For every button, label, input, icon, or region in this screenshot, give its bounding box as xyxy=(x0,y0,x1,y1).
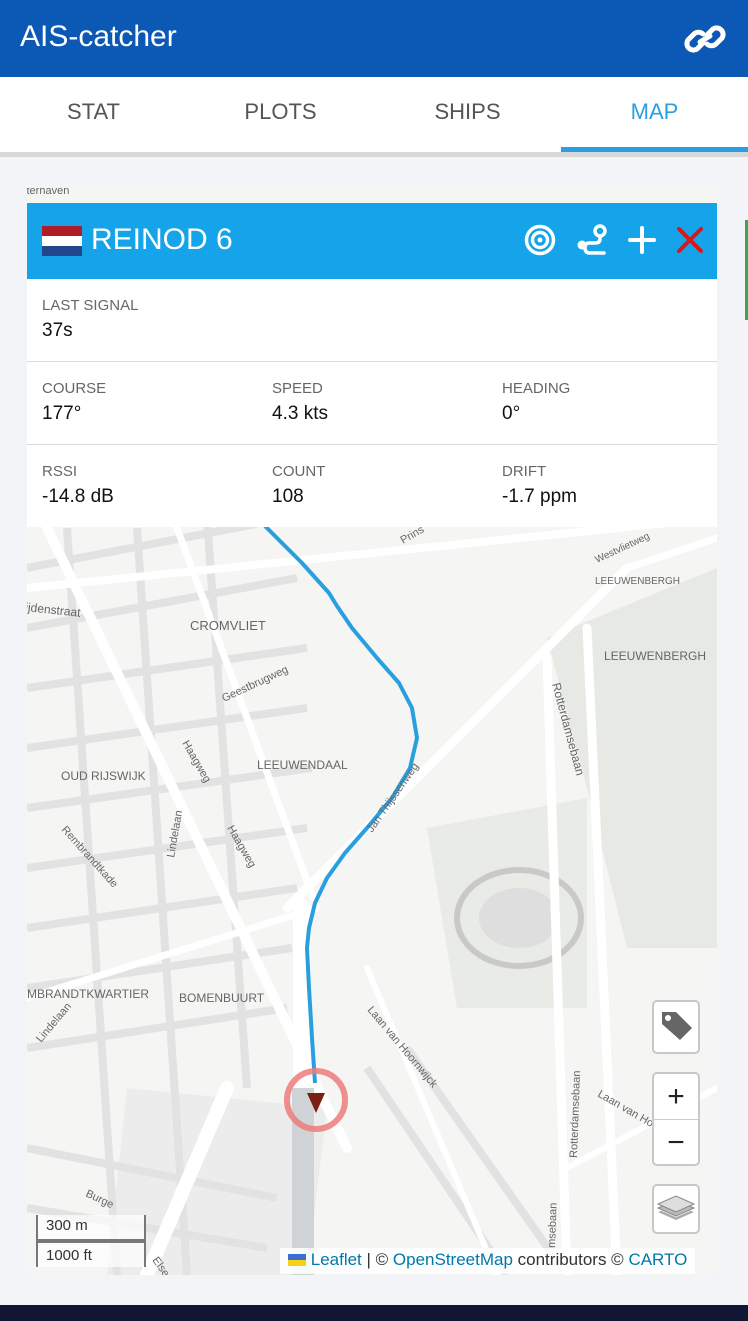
course-value: 177° xyxy=(42,403,82,424)
rssi-label: RSSI xyxy=(42,463,78,480)
scale-metric: 300 m xyxy=(36,1215,146,1241)
map-label-leeuwendaal: LEEUWENDAAL xyxy=(257,758,348,772)
ukraine-flag-icon xyxy=(288,1254,306,1266)
map-label-oud-rijswijk: OUD RIJSWIJK xyxy=(61,769,146,783)
zoom-control: + − xyxy=(652,1072,700,1166)
popup-row-signal: LAST SIGNAL 37s xyxy=(27,279,717,362)
netherlands-flag-icon xyxy=(42,226,82,256)
zoom-out-button[interactable]: − xyxy=(654,1120,698,1165)
map-label-bomenbuurt: BOMENBUURT xyxy=(179,991,265,1005)
drift-label: DRIFT xyxy=(502,463,547,480)
map-label-rotterdamsebaan-3: msebaan xyxy=(546,1202,560,1248)
ship-popup: REINOD 6 LAST SIGNAL 37s COURSE 177° SPE… xyxy=(27,203,717,527)
target-icon[interactable] xyxy=(523,223,557,257)
last-signal-label: LAST SIGNAL xyxy=(42,297,139,314)
rssi-value: -14.8 dB xyxy=(42,486,114,507)
heading-cell: HEADING 0° xyxy=(502,380,570,425)
last-signal-cell: LAST SIGNAL 37s xyxy=(42,297,138,342)
drift-value: -1.7 ppm xyxy=(502,486,577,507)
heading-label: HEADING xyxy=(502,380,571,397)
scale-imperial: 1000 ft xyxy=(36,1241,146,1267)
tab-ships[interactable]: SHIPS xyxy=(374,77,561,152)
drift-cell: DRIFT -1.7 ppm xyxy=(502,463,577,508)
map-attribution: Leaflet | © OpenStreetMap contributors ©… xyxy=(280,1248,696,1274)
map-label-rembrandtkwartier: MBRANDTKWARTIER xyxy=(27,987,149,1001)
close-icon[interactable] xyxy=(673,223,707,257)
ship-name: REINOD 6 xyxy=(91,223,233,256)
tab-stat[interactable]: STAT xyxy=(0,77,187,152)
map-label-haagweg: Haagweg xyxy=(179,739,213,785)
map-label-leeuwenbergh-small: LEEUWENBERGH xyxy=(595,576,680,587)
count-cell: COUNT 108 xyxy=(272,463,325,508)
tab-plots[interactable]: PLOTS xyxy=(187,77,374,152)
rssi-cell: RSSI -14.8 dB xyxy=(42,463,114,508)
map-label-lindelaan: Lindelaan xyxy=(165,809,185,858)
tab-map[interactable]: MAP xyxy=(561,77,748,152)
map-label-leeuwenbergh: LEEUWENBERGH xyxy=(604,649,706,663)
app-bar: AIS-catcher xyxy=(0,0,748,77)
count-label: COUNT xyxy=(272,463,326,480)
speed-label: SPEED xyxy=(272,380,323,397)
speed-value: 4.3 kts xyxy=(272,403,328,424)
popup-header: REINOD 6 xyxy=(27,203,717,279)
layers-icon xyxy=(656,1195,696,1220)
plus-icon[interactable] xyxy=(625,223,659,257)
tag-icon xyxy=(662,1012,692,1040)
popup-row-radio: RSSI -14.8 dB COUNT 108 DRIFT -1.7 ppm xyxy=(27,445,717,527)
heading-value: 0° xyxy=(502,403,521,424)
count-value: 108 xyxy=(272,486,304,507)
course-cell: COURSE 177° xyxy=(42,380,106,425)
app-title: AIS-catcher xyxy=(20,20,177,53)
zoom-in-button[interactable]: + xyxy=(654,1074,698,1119)
last-signal-value: 37s xyxy=(42,320,73,341)
osm-link[interactable]: OpenStreetMap xyxy=(393,1250,513,1269)
map-label-jan-thijssenweg: Jan Thijssenweg xyxy=(365,761,422,835)
tab-bar: STAT PLOTS SHIPS MAP xyxy=(0,77,748,152)
map-label-sterhaven: sterhaven xyxy=(27,188,69,197)
link-icon[interactable] xyxy=(684,20,726,58)
speed-cell: SPEED 4.3 kts xyxy=(272,380,328,425)
layers-button[interactable] xyxy=(652,1184,700,1234)
bottom-bar xyxy=(0,1305,748,1321)
attribution-sep: | © xyxy=(361,1250,393,1269)
course-label: COURSE xyxy=(42,380,107,397)
popup-row-motion: COURSE 177° SPEED 4.3 kts HEADING 0° xyxy=(27,362,717,445)
map-label-laan-van-hoornwijck-2: Laan van Ho xyxy=(596,1088,656,1130)
route-icon[interactable] xyxy=(574,223,608,257)
tab-divider xyxy=(0,152,748,157)
carto-link[interactable]: CARTO xyxy=(628,1250,687,1269)
map-label-cromvliet: CROMVLIET xyxy=(190,618,266,633)
map-label-rotterdamsebaan-2: Rotterdamsebaan xyxy=(568,1070,583,1158)
attribution-contributors: contributors © xyxy=(512,1250,629,1269)
tag-toggle-button[interactable] xyxy=(652,1000,700,1054)
leaflet-link[interactable]: Leaflet xyxy=(311,1250,362,1269)
